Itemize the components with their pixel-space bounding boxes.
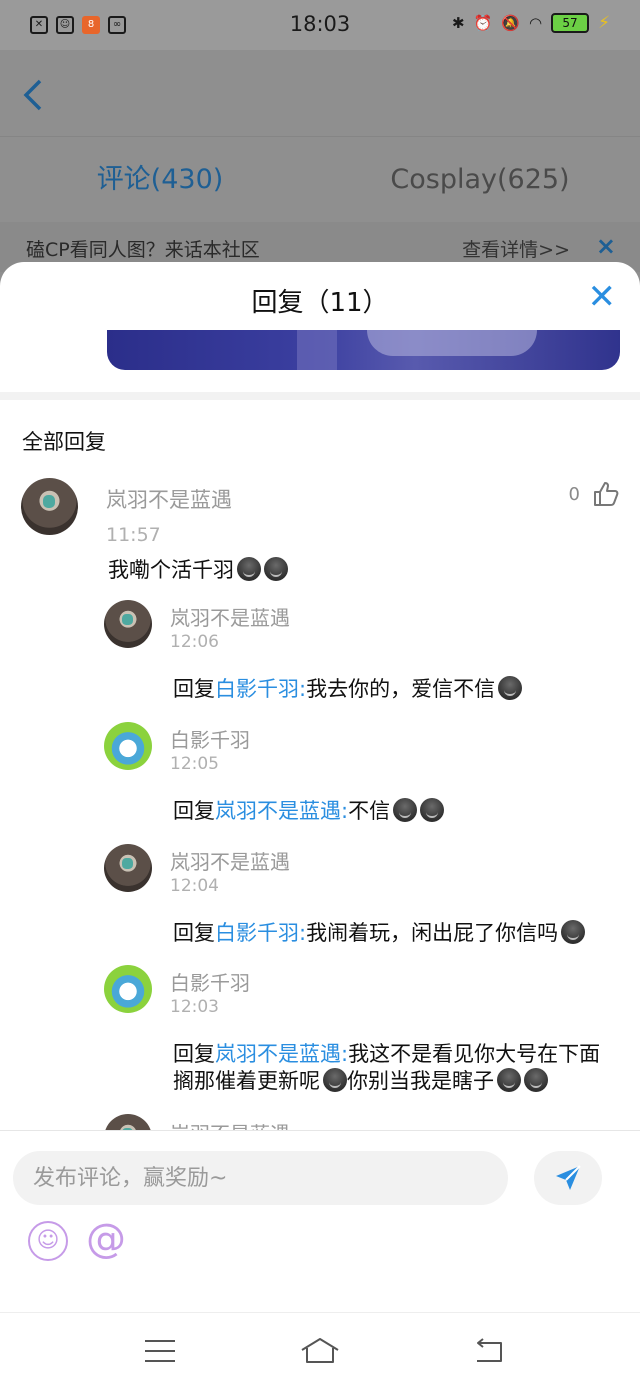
back-button[interactable] — [22, 78, 44, 119]
avatar[interactable] — [104, 722, 152, 770]
dark-face-emoji-icon — [264, 557, 288, 581]
reply-body: 不信 — [348, 799, 391, 823]
reply-author[interactable]: 白影千羽 — [170, 724, 250, 753]
alarm-icon: ⏰ — [473, 14, 493, 32]
sheet-title: 回复（11） — [251, 288, 389, 318]
reply-time: 12:03 — [170, 997, 219, 1017]
back-nav-button[interactable] — [468, 1331, 508, 1371]
dark-face-emoji-icon — [561, 920, 586, 944]
reply-prefix: 回复 — [173, 1042, 215, 1066]
reply-item: 白影千羽 12:05 回复岚羽不是蓝遇:不信 — [104, 722, 624, 832]
menu-button[interactable] — [140, 1331, 180, 1371]
dark-face-emoji-icon — [497, 1068, 521, 1092]
system-nav-bar — [0, 1312, 640, 1387]
dark-face-emoji-icon — [524, 1068, 548, 1092]
dark-face-emoji-icon — [237, 557, 261, 581]
home-icon — [301, 1338, 339, 1363]
tab-cosplay[interactable]: Cosplay(625) — [320, 137, 640, 222]
dark-face-emoji-icon — [420, 798, 445, 822]
tab-bar: 评论(430) Cosplay(625) — [0, 136, 640, 222]
emoji-icon[interactable]: ☺ — [28, 1221, 68, 1261]
mention-link[interactable]: 岚羽不是蓝遇: — [215, 1042, 348, 1066]
comment-input[interactable] — [13, 1151, 508, 1205]
home-button[interactable] — [300, 1331, 340, 1371]
status-bar: ✕ ☺ 8 ∞ 18:03 ✱ ⏰ 🔕 ◠ 57 ⚡ — [0, 0, 640, 50]
banner-more-link[interactable]: 查看详情>> — [462, 235, 570, 262]
reply-body: 我闹着玩，闲出屁了你信吗 — [306, 921, 559, 945]
chevron-left-icon — [23, 79, 42, 111]
like-button[interactable]: 0 — [569, 480, 620, 508]
reply-author[interactable]: 白影千羽 — [170, 967, 250, 996]
dark-face-emoji-icon — [393, 798, 418, 822]
dark-face-emoji-icon — [323, 1068, 347, 1092]
bluetooth-icon: ✱ — [452, 14, 465, 32]
avatar[interactable] — [104, 600, 152, 648]
banner-text: 磕CP看同人图？来话本社区 — [26, 239, 260, 261]
dark-face-emoji-icon — [498, 676, 523, 700]
close-icon[interactable]: ✕ — [588, 278, 617, 316]
reply-time: 12:04 — [170, 876, 219, 896]
reply-author[interactable]: 岚羽不是蓝遇 — [170, 846, 290, 875]
send-icon — [556, 1165, 581, 1190]
reply-body: 我去你的，爱信不信 — [306, 677, 496, 701]
reply-item: 岚羽不是蓝遇 12:06 回复白影千羽:我去你的，爱信不信 — [104, 600, 624, 710]
comment-author[interactable]: 岚羽不是蓝遇 — [106, 484, 232, 514]
comment-time: 11:57 — [106, 524, 161, 546]
comment-body: 我嘞个活千羽 — [108, 558, 234, 582]
reply-prefix: 回复 — [173, 677, 215, 701]
mention-at-icon[interactable]: @ — [86, 1215, 126, 1263]
reply-text: 回复岚羽不是蓝遇:不信 — [173, 798, 613, 825]
like-count: 0 — [568, 483, 580, 505]
top-nav — [0, 50, 640, 136]
comment-composer: ☺ @ — [0, 1130, 640, 1312]
avatar[interactable] — [104, 965, 152, 1013]
comment-image-preview[interactable] — [107, 330, 620, 370]
banner-close-icon[interactable]: × — [596, 232, 616, 260]
mention-link[interactable]: 白影千羽: — [215, 677, 306, 701]
reply-item: 岚羽不是蓝遇 12:04 回复白影千羽:我闹着玩，闲出屁了你信吗 — [104, 844, 624, 954]
reply-time: 12:05 — [170, 754, 219, 774]
comment-text: 我嘞个活千羽 — [108, 554, 288, 584]
notification-icon: ✕ — [30, 16, 48, 34]
avatar[interactable] — [104, 844, 152, 892]
reply-time: 12:06 — [170, 632, 219, 652]
mention-link[interactable]: 白影千羽: — [215, 921, 306, 945]
reply-text: 回复白影千羽:我闹着玩，闲出屁了你信吗 — [173, 920, 613, 947]
reply-item: 白影千羽 12:03 回复岚羽不是蓝遇:我这不是看见你大号在下面搁那催着更新呢你… — [104, 965, 624, 1105]
send-button[interactable] — [534, 1151, 602, 1205]
reply-text: 回复白影千羽:我去你的，爱信不信 — [173, 676, 613, 703]
reply-prefix: 回复 — [173, 799, 215, 823]
reply-prefix: 回复 — [173, 921, 215, 945]
mention-link[interactable]: 岚羽不是蓝遇: — [215, 799, 348, 823]
mute-icon: 🔕 — [501, 14, 520, 32]
app-orange-icon: 8 — [82, 16, 100, 34]
reply-item: 岚羽不是蓝遇 — [104, 1110, 624, 1132]
tab-comments[interactable]: 评论(430) — [0, 137, 320, 222]
menu-icon — [145, 1340, 175, 1362]
charging-icon: ⚡ — [598, 13, 610, 33]
back-arrow-icon — [477, 1338, 502, 1362]
avatar[interactable] — [21, 478, 78, 535]
link-icon: ∞ — [108, 16, 126, 34]
wifi-icon: ◠ — [528, 14, 543, 32]
battery-icon: 57 — [551, 13, 590, 33]
reply-body-2: 你别当我是瞎子 — [347, 1069, 494, 1093]
divider — [0, 392, 640, 400]
section-title: 全部回复 — [22, 430, 106, 454]
thumbs-up-icon — [594, 482, 619, 506]
app-icon: ☺ — [56, 16, 74, 34]
reply-text: 回复岚羽不是蓝遇:我这不是看见你大号在下面搁那催着更新呢 你别当我是瞎子 — [173, 1041, 613, 1095]
reply-author[interactable]: 岚羽不是蓝遇 — [170, 602, 290, 631]
